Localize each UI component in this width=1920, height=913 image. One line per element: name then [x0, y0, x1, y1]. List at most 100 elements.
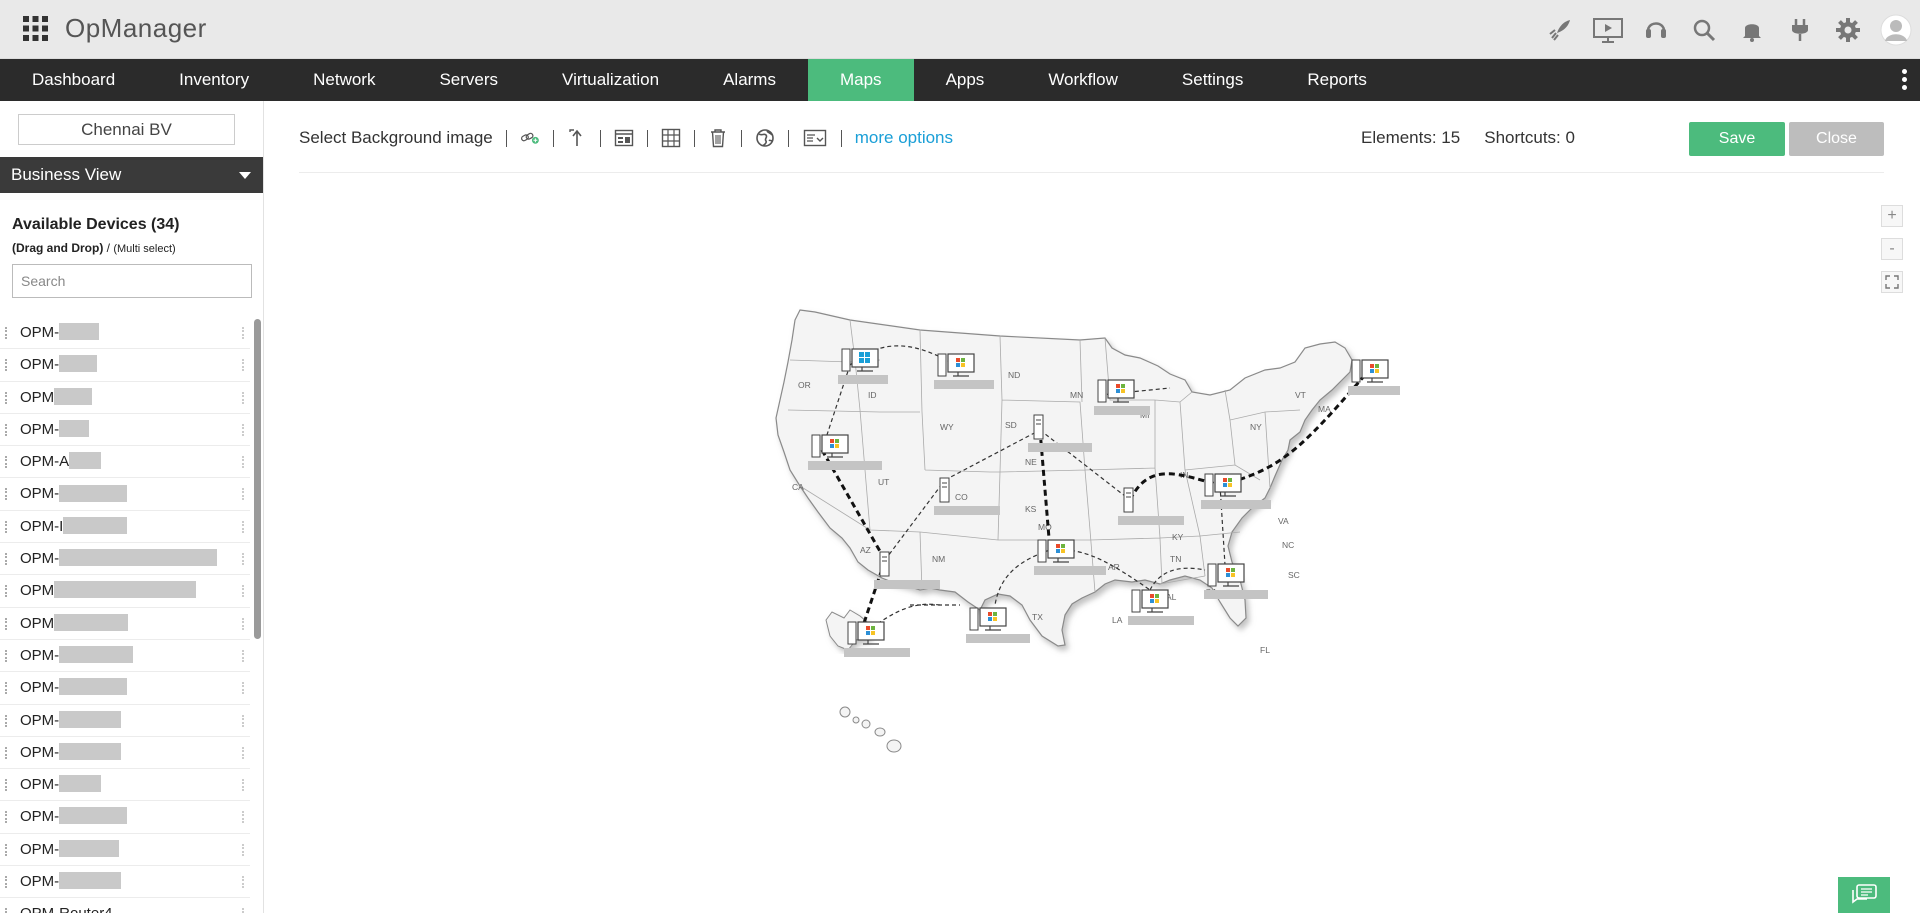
drag-handle-icon[interactable] — [242, 520, 244, 533]
drag-handle-icon[interactable] — [5, 811, 7, 824]
save-button[interactable]: Save — [1689, 122, 1785, 156]
drag-handle-icon[interactable] — [5, 423, 7, 436]
drag-handle-icon[interactable] — [5, 649, 7, 662]
more-options-link[interactable]: more options — [855, 128, 953, 148]
device-list-item[interactable]: OPM- — [0, 543, 250, 576]
device-list-item[interactable]: OPM- — [0, 414, 250, 447]
business-view-map[interactable]: ORIDWYNDSDMNMINYVTCAUTCOKSMOINWVVAKYNCTN… — [760, 300, 1400, 770]
chat-button[interactable] — [1838, 877, 1890, 913]
drag-handle-icon[interactable] — [242, 779, 244, 792]
nav-virtualization[interactable]: Virtualization — [530, 59, 691, 101]
zoom-out-button[interactable]: - — [1881, 238, 1903, 260]
upload-icon[interactable] — [567, 128, 587, 148]
device-list-item[interactable]: OPM-I — [0, 511, 250, 544]
device-list-item[interactable]: OPM- — [0, 672, 250, 705]
headset-icon[interactable] — [1632, 0, 1680, 59]
link-add-icon[interactable] — [520, 128, 540, 148]
nav-settings[interactable]: Settings — [1150, 59, 1275, 101]
drag-handle-icon[interactable] — [5, 746, 7, 759]
layout-icon[interactable] — [614, 128, 634, 148]
bell-icon[interactable] — [1728, 0, 1776, 59]
drag-handle-icon[interactable] — [242, 876, 244, 889]
device-list-item[interactable]: OPM- — [0, 349, 250, 382]
device-list-item[interactable]: OPM- — [0, 737, 250, 770]
drag-handle-icon[interactable] — [5, 682, 7, 695]
globe-icon[interactable] — [755, 128, 775, 148]
drag-handle-icon[interactable] — [5, 327, 7, 339]
drag-handle-icon[interactable] — [242, 908, 244, 913]
nav-apps[interactable]: Apps — [914, 59, 1017, 101]
drag-handle-icon[interactable] — [242, 585, 244, 598]
drag-handle-icon[interactable] — [5, 779, 7, 792]
drag-handle-icon[interactable] — [242, 488, 244, 501]
nav-maps[interactable]: Maps — [807, 59, 914, 101]
device-list-item[interactable]: OPM- — [0, 640, 250, 673]
device-list-item[interactable]: OPM- — [0, 769, 250, 802]
trash-icon[interactable] — [708, 128, 728, 148]
nav-workflow[interactable]: Workflow — [1016, 59, 1150, 101]
drag-handle-icon[interactable] — [242, 811, 244, 824]
user-avatar-icon[interactable] — [1872, 0, 1920, 59]
device-search-input[interactable] — [12, 264, 252, 298]
nav-dashboard[interactable]: Dashboard — [0, 59, 147, 101]
business-view-selector[interactable]: Chennai BV — [18, 114, 235, 145]
drag-handle-icon[interactable] — [5, 488, 7, 501]
drag-handle-icon[interactable] — [5, 714, 7, 727]
drag-handle-icon[interactable] — [5, 456, 7, 469]
map-device-node[interactable] — [844, 621, 910, 657]
drag-handle-icon[interactable] — [242, 617, 244, 630]
device-list-item[interactable]: OPM- — [0, 317, 250, 350]
dropdown-select-icon[interactable] — [802, 128, 828, 148]
nav-alarms[interactable]: Alarms — [691, 59, 808, 101]
device-list-item[interactable]: OPM- — [0, 801, 250, 834]
fit-screen-button[interactable] — [1881, 271, 1903, 293]
nav-network[interactable]: Network — [281, 59, 407, 101]
presentation-icon[interactable] — [1584, 0, 1632, 59]
device-list-item[interactable]: OPM — [0, 575, 250, 608]
drag-handle-icon[interactable] — [5, 585, 7, 598]
map-device-node[interactable] — [1128, 589, 1194, 625]
drag-handle-icon[interactable] — [5, 359, 7, 372]
drag-handle-icon[interactable] — [5, 553, 7, 566]
device-list-item[interactable]: OPM- — [0, 834, 250, 867]
device-list-item[interactable]: OPM-Router4 — [0, 898, 250, 913]
drag-handle-icon[interactable] — [242, 553, 244, 566]
app-grid-icon[interactable] — [23, 16, 48, 41]
device-list-item[interactable]: OPM — [0, 382, 250, 414]
device-list-item[interactable]: OPM-A — [0, 446, 250, 479]
drag-handle-icon[interactable] — [242, 456, 244, 469]
drag-handle-icon[interactable] — [242, 327, 244, 339]
close-button[interactable]: Close — [1789, 122, 1884, 156]
zoom-in-button[interactable]: + — [1881, 205, 1903, 227]
gear-icon[interactable] — [1824, 0, 1872, 59]
drag-handle-icon[interactable] — [5, 617, 7, 630]
drag-handle-icon[interactable] — [5, 391, 7, 404]
drag-handle-icon[interactable] — [242, 423, 244, 436]
plug-icon[interactable] — [1776, 0, 1824, 59]
device-list-item[interactable]: OPM- — [0, 478, 250, 511]
device-list-item[interactable]: OPM- — [0, 705, 250, 737]
more-menu-icon[interactable] — [1902, 69, 1908, 91]
drag-handle-icon[interactable] — [242, 359, 244, 372]
map-device-node[interactable] — [1348, 359, 1400, 395]
device-list-scrollbar[interactable] — [254, 319, 261, 639]
drag-handle-icon[interactable] — [242, 714, 244, 727]
drag-handle-icon[interactable] — [242, 746, 244, 759]
drag-handle-icon[interactable] — [5, 843, 7, 856]
drag-handle-icon[interactable] — [242, 682, 244, 695]
nav-servers[interactable]: Servers — [407, 59, 530, 101]
map-device-node[interactable] — [1204, 563, 1268, 599]
drag-handle-icon[interactable] — [5, 520, 7, 533]
device-list-item[interactable]: OPM — [0, 608, 250, 640]
drag-handle-icon[interactable] — [242, 391, 244, 404]
select-background-link[interactable]: Select Background image — [299, 128, 493, 148]
drag-handle-icon[interactable] — [5, 876, 7, 889]
business-view-dropdown[interactable]: Business View — [0, 157, 263, 193]
nav-inventory[interactable]: Inventory — [147, 59, 281, 101]
device-list-item[interactable]: OPM- — [0, 866, 250, 899]
rocket-icon[interactable] — [1536, 0, 1584, 59]
nav-reports[interactable]: Reports — [1275, 59, 1399, 101]
map-device-node[interactable] — [966, 607, 1030, 643]
drag-handle-icon[interactable] — [5, 908, 7, 913]
search-icon[interactable] — [1680, 0, 1728, 59]
